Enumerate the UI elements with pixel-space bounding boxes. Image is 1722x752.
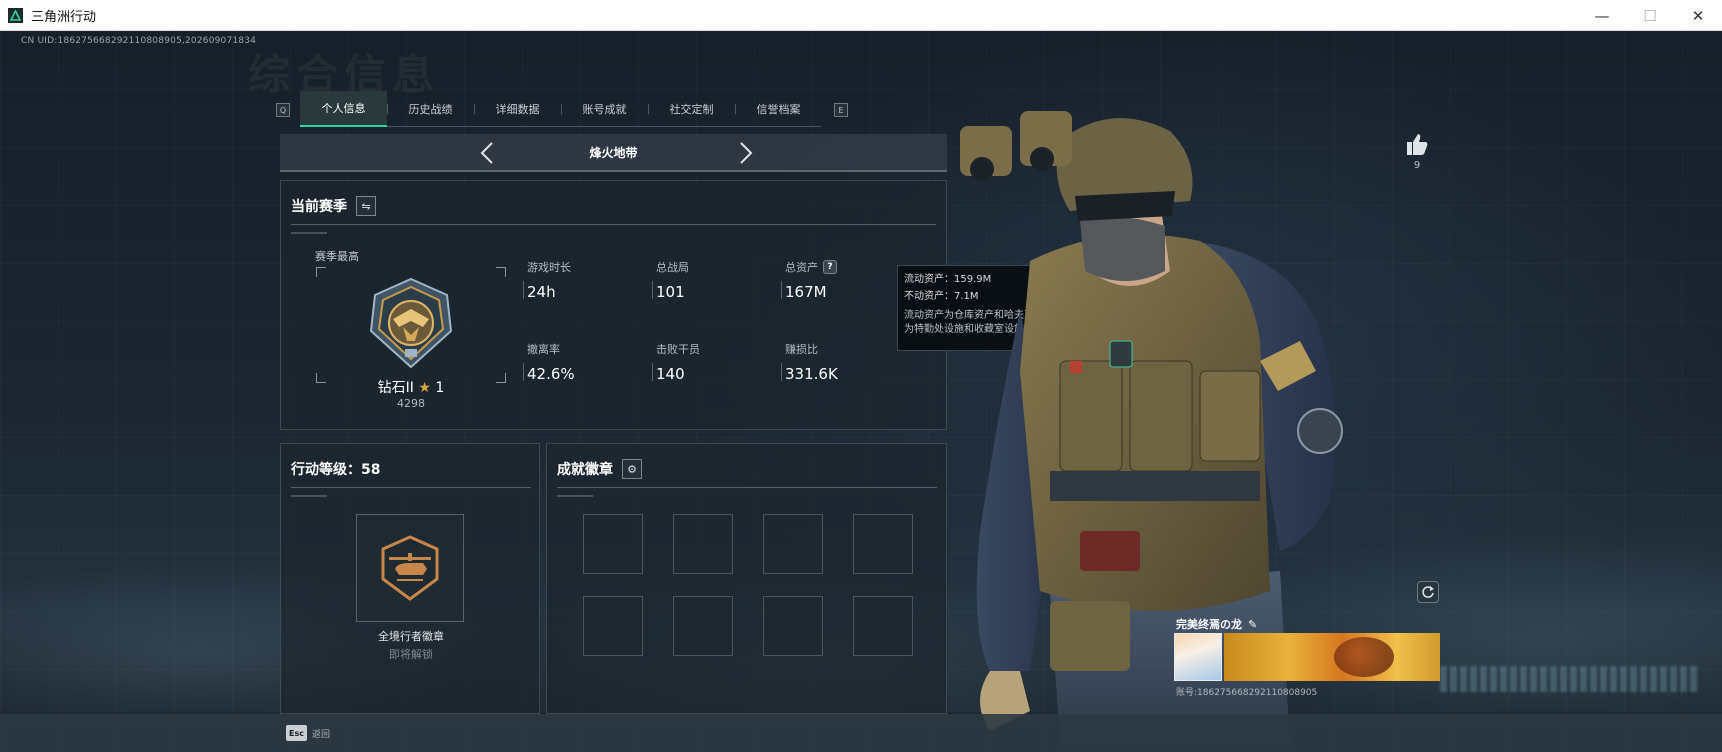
divider [291,487,531,488]
level-title: 行动等级：58 [291,462,381,478]
app-logo-icon [8,7,23,23]
mode-next-button[interactable] [734,141,758,165]
title-bar: 三角洲行动 — ☐ ✕ [0,0,1722,31]
player-name: 完美终焉の龙 ✎ [1176,617,1258,632]
level-panel: 行动等级：58 全境行者徽章 即将解锁 [280,443,540,714]
gear-icon[interactable]: ⚙ [622,459,642,479]
achievement-slot[interactable] [853,596,913,656]
app-window: 三角洲行动 — ☐ ✕ 综合信息 CN UID:1862756682921108… [0,0,1722,752]
esc-key[interactable]: Esc [286,725,307,741]
close-button[interactable]: ✕ [1674,0,1722,31]
tab-history[interactable]: 历史战绩 [387,91,474,127]
game-stage: 综合信息 CN UID:18627566829211080890​5,20260… [0,31,1722,752]
tab-bar: Q 个人信息 历史战绩 详细数据 账号成就 社交定制 信誉档案 E [276,61,848,127]
light-streak [1440,666,1700,692]
stat-play-time: 游戏时长 24h [523,259,667,301]
achievement-slot[interactable] [853,514,913,574]
tab-detailed-data[interactable]: 详细数据 [474,91,561,127]
tab-achievements[interactable]: 账号成就 [561,91,648,127]
tab-social[interactable]: 社交定制 [648,91,735,127]
mode-prev-button[interactable] [475,141,499,165]
divider [557,495,593,497]
like-count: 9 [1413,160,1421,171]
tab-personal-info[interactable]: 个人信息 [300,91,387,127]
tab-prev-key[interactable]: Q [276,103,290,117]
achievement-slot[interactable] [583,596,643,656]
achievement-slot[interactable] [673,596,733,656]
player-card[interactable]: 完美终焉の龙 ✎ 账号:186275668292110808905 [1172,613,1440,701]
achievement-slot[interactable] [673,514,733,574]
divider [291,495,327,497]
help-icon[interactable]: ? [823,260,837,274]
level-badge-name: 全境行者徽章 [378,630,444,643]
achievement-slot[interactable] [583,514,643,574]
level-badge-slot[interactable] [356,514,464,622]
season-best-label: 赛季最高 [315,250,359,263]
account-id: 账号:186275668292110808905 [1176,688,1318,698]
card-banner[interactable] [1224,633,1440,681]
divider [557,487,937,488]
tab-reputation[interactable]: 信誉档案 [735,91,822,127]
stat-total-matches: 总战局 101 [652,259,796,301]
maximize-button[interactable]: ☐ [1626,0,1674,31]
achievement-panel: 成就徽章 ⚙ [546,443,947,714]
edit-icon[interactable]: ✎ [1248,618,1257,631]
stat-operators-defeated: 击败干员 140 [652,341,796,383]
star-icon: ★ [418,380,431,396]
window-title: 三角洲行动 [31,9,97,25]
achievement-slot[interactable] [763,596,823,656]
minimize-button[interactable]: — [1578,0,1626,31]
stat-extraction-rate: 撤离率 42.6% [523,341,667,383]
rank-score: 4298 [397,397,425,410]
achievement-slot[interactable] [763,514,823,574]
thumbs-up-icon[interactable] [1404,131,1430,157]
rank-name: 钻石II ★ 1 [377,380,445,396]
achievement-title: 成就徽章 [557,462,613,478]
diamond-rank-icon [369,277,453,369]
rank-stars: 1 [435,380,445,396]
back-label[interactable]: 返回 [312,727,330,740]
tab-next-key[interactable]: E [834,103,848,117]
chevron-right-icon [740,142,753,164]
divider [291,224,936,225]
avatar[interactable] [1174,633,1222,681]
mode-selector: 烽火地带 [280,134,947,172]
season-title: 当前赛季 [291,199,347,215]
bottom-bar [0,714,1722,752]
level-badge-status: 即将解锁 [389,648,433,661]
helicopter-badge-icon [381,535,439,601]
mode-title: 烽火地带 [589,145,638,160]
uid-label: CN UID:18627566829211080890​5,2026090718… [21,36,257,46]
chevron-left-icon [480,142,493,164]
refresh-icon[interactable] [1417,581,1439,603]
season-panel: 当前赛季 ⇋ 赛季最高 钻石II ★ 1 4298 游戏时长 24h 总战局 1… [280,180,947,430]
season-switch-button[interactable]: ⇋ [356,196,376,216]
divider [291,232,327,234]
achievement-grid [583,514,913,656]
